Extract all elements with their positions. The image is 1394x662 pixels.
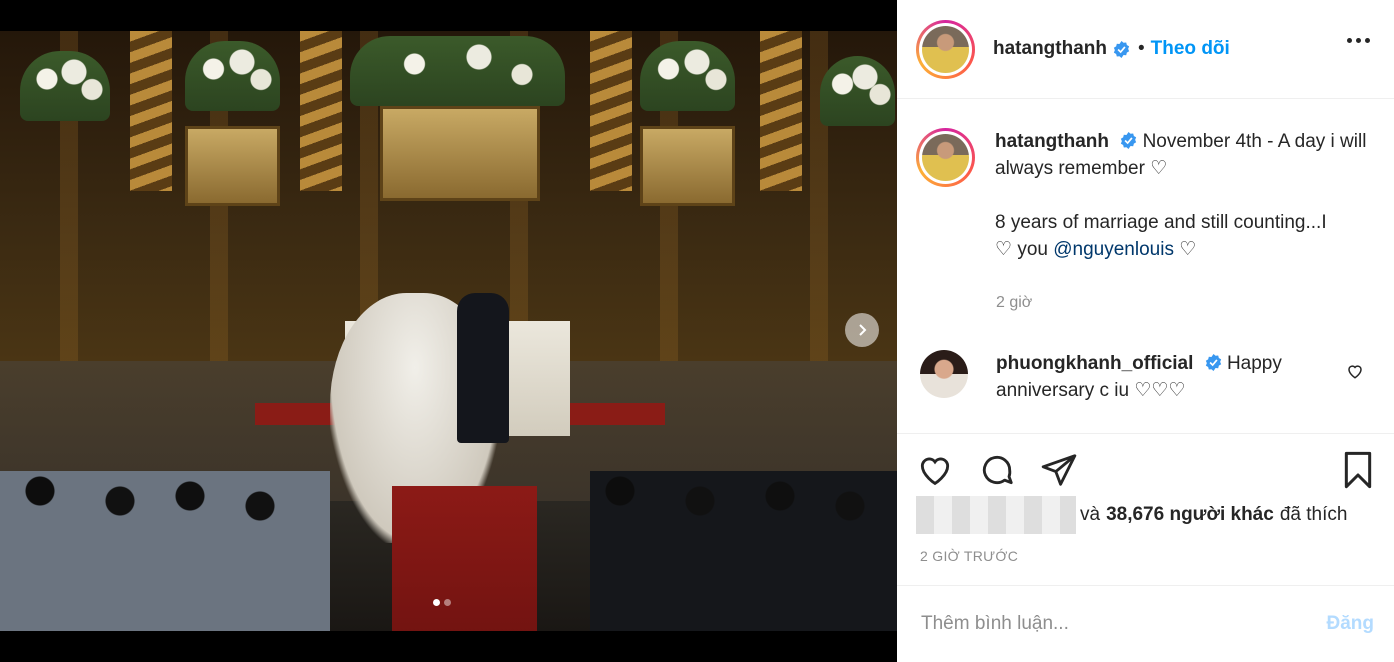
- flowers: [20, 51, 110, 121]
- pillar: [130, 31, 172, 191]
- carousel-indicator: [433, 599, 451, 606]
- heart-emoji-icon: ♡: [995, 239, 1013, 260]
- likes-count[interactable]: 38,676 người khác: [1106, 504, 1274, 526]
- altar-panel: [640, 126, 735, 206]
- bookmark-icon: [1344, 451, 1372, 489]
- verified-badge-icon: [1205, 354, 1222, 371]
- caption: hatangthanh November 4th - A day i will …: [916, 128, 1375, 263]
- pillar: [760, 31, 802, 191]
- more-options-button[interactable]: [1347, 38, 1370, 43]
- pillar: [590, 31, 632, 191]
- flowers: [185, 41, 280, 111]
- caption-you: you: [1017, 239, 1048, 260]
- altar-panel: [380, 106, 540, 201]
- pillar: [300, 31, 342, 191]
- follow-button[interactable]: Theo dõi: [1151, 38, 1230, 60]
- carousel-next-button[interactable]: [845, 313, 879, 347]
- comments-list: hatangthanh November 4th - A day i will …: [897, 100, 1394, 434]
- comment-like-button[interactable]: [1346, 362, 1364, 385]
- flowers: [640, 41, 735, 111]
- chevron-right-icon: [859, 324, 867, 336]
- author-avatar[interactable]: [916, 19, 975, 79]
- comment-button[interactable]: [978, 451, 1016, 489]
- like-button[interactable]: [916, 451, 954, 489]
- groom: [457, 293, 509, 443]
- author-username[interactable]: hatangthanh: [993, 38, 1107, 60]
- post-photo[interactable]: [0, 31, 897, 631]
- post-timestamp[interactable]: 2 GIỜ TRƯỚC: [920, 548, 1018, 564]
- comment-item: phuongkhanh_official Happy anniversary c…: [920, 350, 1326, 404]
- mention-link[interactable]: @nguyenlouis: [1053, 239, 1174, 260]
- caption-username[interactable]: hatangthanh: [995, 131, 1109, 152]
- liker-avatars-blurred[interactable]: [916, 496, 1076, 534]
- caption-line-2: 8 years of marriage and still counting..…: [995, 212, 1327, 233]
- heart-icon: [1348, 365, 1362, 379]
- commenter-username[interactable]: phuongkhanh_official: [996, 353, 1193, 374]
- likes-summary: và 38,676 người khác đã thích: [916, 496, 1347, 534]
- share-button[interactable]: [1040, 451, 1078, 489]
- altar-panel: [185, 126, 280, 206]
- carousel-dot: [444, 599, 451, 606]
- verified-badge-icon: [1113, 40, 1130, 58]
- heart-emoji-icon: ♡♡♡: [1134, 380, 1186, 401]
- commenter-avatar[interactable]: [920, 350, 968, 398]
- likes-suffix: đã thích: [1279, 504, 1348, 525]
- post-dialog: hatangthanh • Theo dõi hatangthanh Novem…: [0, 0, 1394, 662]
- more-horizontal-icon: [1347, 38, 1352, 43]
- heart-icon: [920, 457, 950, 486]
- likes-prefix: và: [1080, 504, 1101, 525]
- add-comment-bar: Đăng: [897, 585, 1394, 662]
- caption-avatar[interactable]: [916, 128, 975, 187]
- rug: [565, 403, 665, 425]
- post-header: hatangthanh • Theo dõi: [897, 0, 1394, 99]
- flowers: [350, 36, 565, 106]
- caption-time[interactable]: 2 giờ: [996, 294, 1032, 312]
- comment-text: phuongkhanh_official Happy anniversary c…: [996, 350, 1326, 404]
- post-sidebar: hatangthanh • Theo dõi hatangthanh Novem…: [897, 0, 1394, 662]
- flowers: [820, 56, 895, 126]
- send-icon: [1041, 454, 1077, 486]
- guests: [0, 471, 897, 631]
- post-media: [0, 0, 897, 662]
- post-actions: [916, 448, 1376, 492]
- verified-badge-icon: [1120, 132, 1137, 149]
- carousel-dot-active: [433, 599, 440, 606]
- separator: •: [1138, 38, 1145, 59]
- heart-emoji-icon: ♡: [1179, 239, 1197, 260]
- comment-icon: [982, 455, 1013, 485]
- post-comment-button[interactable]: Đăng: [1327, 613, 1375, 635]
- heart-emoji-icon: ♡: [1150, 158, 1168, 179]
- caption-text: hatangthanh November 4th - A day i will …: [995, 128, 1375, 263]
- comment-input[interactable]: [921, 613, 1327, 635]
- save-button[interactable]: [1340, 450, 1376, 495]
